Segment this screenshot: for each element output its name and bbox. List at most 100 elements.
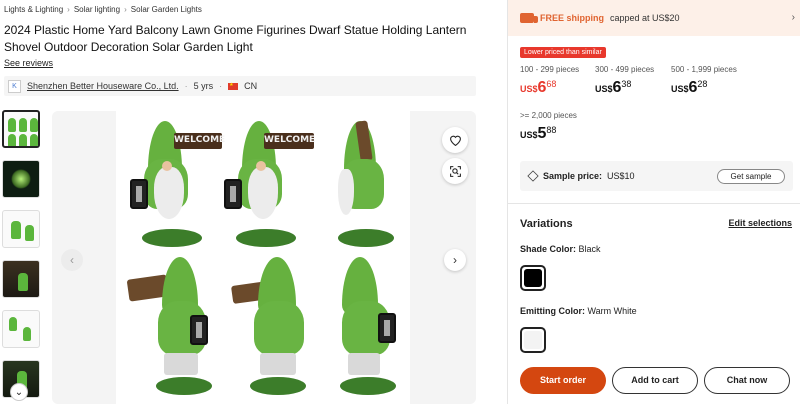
tier-quantity: 500 - 1,999 pieces [671,65,737,74]
tier-quantity: 300 - 499 pieces [595,65,655,74]
welcome-sign: WELCOME [264,133,315,149]
price-decimal: 88 [546,125,557,135]
supplier-name-link[interactable]: Shenzhen Better Houseware Co., Ltd. [27,81,179,91]
price-integer: 6 [688,79,698,96]
tier-quantity: >= 2,000 pieces [520,111,577,120]
thumbnail[interactable] [2,160,40,198]
breadcrumb-item[interactable]: Lights & Lighting [4,5,63,14]
thumbnail[interactable] [2,210,40,248]
chevron-right-icon: › [791,12,795,23]
gnome-nose [256,161,266,171]
gnome-beard [154,167,184,219]
sample-price-value: US$10 [607,171,635,181]
gnome-figure [328,257,408,402]
tier-price: US$ 6 28 [671,79,737,97]
price-decimal: 28 [697,79,708,89]
price-tier: 500 - 1,999 pieces US$ 6 28 [671,65,737,97]
option-value: Black [578,244,601,254]
lantern-shape [378,313,396,343]
see-reviews-link[interactable]: See reviews [4,58,53,68]
edit-selections-link[interactable]: Edit selections [728,218,792,228]
gnome-figure: WELCOME [126,119,225,254]
lantern-shape [224,179,242,209]
chat-now-button[interactable]: Chat now [704,366,790,394]
thumbnail[interactable] [2,260,40,298]
chevron-right-icon: › [124,5,127,14]
glow-shape [11,169,31,189]
grass-base [142,229,202,247]
product-photo: WELCOME WELCOME [116,111,410,404]
gnome-figure [328,119,404,254]
gnome-beard [338,169,354,215]
thumbnail-list [2,110,42,404]
breadcrumb: Lights & Lighting › Solar lighting › Sol… [4,5,202,14]
price-decimal: 68 [546,79,557,89]
price-tier: 300 - 499 pieces US$ 6 38 [595,65,654,97]
gnome-figure [126,257,216,402]
get-sample-button[interactable]: Get sample [717,169,785,184]
gnome-thumb-shape [18,273,28,291]
gnome-beard [248,167,278,219]
chevron-right-icon[interactable]: › [444,249,466,271]
lantern-shape [130,179,148,209]
swatch-fill [524,269,542,287]
grass-base [338,229,394,247]
welcome-sign: WELCOME [174,133,225,149]
image-search-icon[interactable] [442,158,468,184]
shipping-cap-text: capped at US$20 [610,13,680,23]
chevron-down-icon[interactable]: ⌄ [10,383,28,401]
price-currency: US$ [671,84,689,94]
supplier-row: K Shenzhen Better Houseware Co., Ltd. · … [4,76,476,96]
gnome-legs [260,353,296,375]
sample-price-label: Sample price: [543,171,603,181]
swatch-fill [524,331,542,349]
gnome-thumb-shape [19,134,27,146]
gnome-figure: WELCOME [220,119,315,254]
tier-price: US$ 6 38 [595,79,654,97]
gnome-thumb-shape [9,317,17,331]
swatch-black[interactable] [520,265,546,291]
shipping-banner[interactable]: FREE shipping capped at US$20 › [508,0,800,36]
price-currency: US$ [520,84,538,94]
tier-quantity: 100 - 299 pieces [520,65,580,74]
breadcrumb-item[interactable]: Solar lighting [74,5,120,14]
chevron-left-icon[interactable]: ‹ [61,249,83,271]
gnome-thumb-shape [8,134,16,146]
action-bar: Start order Add to cart Chat now [508,356,800,404]
thumbnail[interactable] [2,310,40,348]
breadcrumb-item[interactable]: Solar Garden Lights [131,5,202,14]
option-name: Shade Color: [520,244,577,254]
gnome-thumb-shape [19,118,27,132]
separator-dot: · [219,81,223,91]
gnome-thumb-shape [30,118,38,132]
gnome-thumb-shape [30,134,38,146]
grass-base [156,377,212,395]
gnome-thumb-shape [25,225,34,241]
thumbnail[interactable] [2,110,40,148]
swatch-warm-white[interactable] [520,327,546,353]
gnome-body [254,301,304,355]
price-decimal: 38 [621,79,632,89]
product-main-image: WELCOME WELCOME ‹ › [52,111,476,404]
gnome-legs [348,353,380,375]
shade-color-label: Shade Color: Black [520,244,601,254]
gnome-thumb-shape [8,118,16,132]
variations-title: Variations [520,218,573,230]
tier-price: US$ 5 88 [520,125,577,143]
grass-base [250,377,306,395]
add-to-cart-button[interactable]: Add to cart [612,366,698,394]
supplier-country: CN [244,81,258,91]
price-tier: 100 - 299 pieces US$ 6 68 [520,65,579,97]
price-integer: 5 [537,125,547,142]
heart-icon[interactable] [442,127,468,153]
china-flag-icon [228,82,239,90]
option-value: Warm White [587,306,637,316]
price-tier: >= 2,000 pieces US$ 5 88 [520,111,577,143]
cube-icon [527,170,539,182]
gnome-figure [228,257,318,402]
start-order-button[interactable]: Start order [520,366,606,394]
supplier-years: 5 yrs [193,81,214,91]
grass-base [340,377,396,395]
option-name: Emitting Color: [520,306,585,316]
price-currency: US$ [520,130,538,140]
